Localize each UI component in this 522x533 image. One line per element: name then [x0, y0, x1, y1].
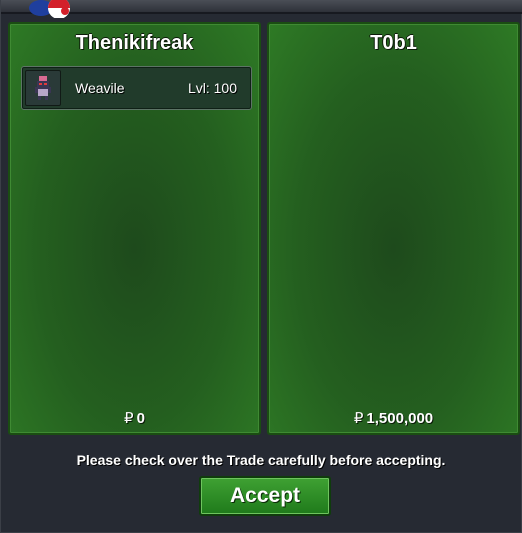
- pokeball-logo-icon: [29, 0, 70, 18]
- money-offer-left: ₽0: [10, 409, 259, 427]
- accept-button[interactable]: Accept: [199, 476, 331, 516]
- money-offer-right: ₽1,500,000: [269, 409, 518, 427]
- player-name-right: T0b1: [370, 32, 417, 54]
- weavile-sprite-icon: [35, 76, 51, 100]
- trade-window: Thenikifreak Weavile Lvl: 100 ₽0 T0b1 ₽ …: [0, 0, 522, 533]
- pokemon-name: Weavile: [75, 80, 125, 96]
- money-amount-left: 0: [136, 410, 145, 427]
- pokedollar-icon: ₽: [353, 410, 364, 427]
- trade-panel-right: T0b1 ₽1,500,000: [267, 22, 520, 435]
- trade-notice-text: Please check over the Trade carefully be…: [76, 452, 446, 468]
- player-name-left: Thenikifreak: [75, 32, 194, 54]
- pokedollar-icon: ₽: [124, 410, 134, 427]
- window-top-strip: [1, 0, 522, 18]
- pokemon-level: Lvl: 100: [187, 80, 237, 96]
- money-amount-right: 1,500,000: [366, 410, 434, 427]
- trade-panel-left: Thenikifreak Weavile Lvl: 100 ₽0: [8, 22, 261, 435]
- pokemon-sprite: [25, 70, 61, 106]
- pokemon-slot[interactable]: Weavile Lvl: 100: [21, 66, 252, 110]
